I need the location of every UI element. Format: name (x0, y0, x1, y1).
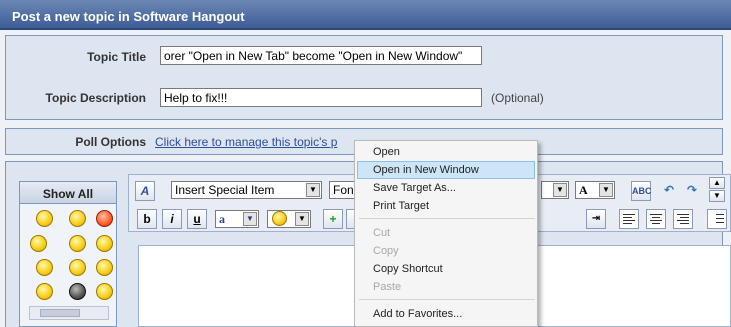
menu-item-copy: Copy (373, 245, 399, 257)
topic-info-panel: Topic Title orer "Open in New Tab" becom… (5, 35, 723, 120)
menu-item-copy-shortcut[interactable]: Copy Shortcut (357, 260, 535, 278)
chevron-down-icon: ▼ (295, 212, 309, 226)
happy-emoticon-icon[interactable] (69, 210, 86, 227)
surprised-emoticon-icon[interactable] (69, 259, 86, 276)
emoticon-panel: Show All (19, 181, 117, 327)
menu-item-save-target[interactable]: Save Target As... (357, 179, 535, 197)
font-color-select[interactable]: A ▼ (575, 181, 615, 199)
chevron-down-icon: ▼ (243, 212, 257, 226)
emoticon-scrollbar[interactable] (29, 306, 109, 320)
sad-emoticon-icon[interactable] (36, 283, 53, 300)
context-menu: Open Open in New Window Save Target As..… (354, 140, 538, 327)
topic-description-label: Topic Description (45, 91, 146, 105)
confused-emoticon-icon[interactable] (96, 283, 113, 300)
italic-button[interactable]: i (162, 209, 182, 229)
insert-special-item-select[interactable]: Insert Special Item ▼ (171, 181, 322, 199)
menu-item-add-favorites[interactable]: Add to Favorites... (357, 305, 535, 323)
smirk-emoticon-icon[interactable] (96, 235, 113, 252)
menu-separator (359, 218, 535, 219)
align-center-icon[interactable] (646, 209, 666, 229)
topic-title-label: Topic Title (87, 50, 146, 64)
menu-item-cut: Cut (373, 227, 391, 239)
smile-emoticon-icon[interactable] (36, 210, 53, 227)
insert-special-item-label: Insert Special Item (175, 183, 275, 197)
manage-poll-link[interactable]: Click here to manage this topic's p (155, 135, 337, 149)
menu-item-print-target[interactable]: Print Target (357, 197, 535, 215)
smile-icon (272, 211, 287, 226)
font-size-select[interactable]: ▼ (541, 181, 569, 199)
font-color-label: A (579, 183, 588, 197)
topic-description-input[interactable]: Help to fix!!! (160, 88, 482, 107)
align-left-icon[interactable] (619, 209, 639, 229)
font-select-label: Fon (333, 183, 354, 197)
thumbs-up-emoticon-icon[interactable] (36, 259, 53, 276)
font-color-letter: a (219, 212, 225, 226)
bold-button[interactable]: b (137, 209, 157, 229)
chevron-down-icon: ▼ (306, 183, 320, 197)
chevron-down-icon: ▼ (599, 183, 613, 197)
menu-item-open-new-window[interactable]: Open in New Window (357, 161, 535, 179)
expand-up-icon[interactable]: ▲ (709, 177, 725, 189)
show-all-button[interactable]: Show All (20, 182, 116, 204)
redo-icon[interactable]: ↷ (682, 181, 702, 201)
angry-emoticon-icon[interactable] (96, 210, 113, 227)
singing-emoticon-icon[interactable] (30, 235, 47, 252)
indent-icon[interactable]: ⇥ (586, 209, 606, 229)
wink-emoticon-icon[interactable] (69, 235, 86, 252)
undo-icon[interactable]: ↶ (659, 181, 679, 201)
poll-options-label: Poll Options (75, 135, 146, 149)
spellcheck-icon[interactable]: ABC (631, 181, 652, 201)
chevron-down-icon: ▼ (553, 183, 567, 197)
cool-emoticon-icon[interactable] (69, 283, 86, 300)
emoticon-dropdown[interactable]: ▼ (267, 210, 311, 228)
font-color-dropdown[interactable]: a ▼ (215, 210, 259, 228)
align-right-icon[interactable] (673, 209, 693, 229)
grin-emoticon-icon[interactable] (96, 259, 113, 276)
bullet-list-icon[interactable] (707, 209, 727, 229)
scrollbar-thumb[interactable] (40, 309, 80, 317)
menu-separator (359, 299, 535, 300)
menu-item-paste: Paste (373, 281, 402, 293)
menu-item-open[interactable]: Open (357, 143, 535, 161)
expand-down-icon[interactable]: ▼ (709, 190, 725, 202)
topic-title-input[interactable]: orer "Open in New Tab" become "Open in N… (160, 46, 482, 65)
underline-button[interactable]: u (187, 209, 207, 229)
insert-image-icon[interactable]: + (323, 209, 343, 229)
page-title: Post a new topic in Software Hangout (0, 0, 731, 30)
optional-note: (Optional) (491, 91, 544, 105)
text-style-icon[interactable]: A (135, 181, 155, 201)
post-topic-page: Post a new topic in Software Hangout Top… (0, 0, 731, 327)
